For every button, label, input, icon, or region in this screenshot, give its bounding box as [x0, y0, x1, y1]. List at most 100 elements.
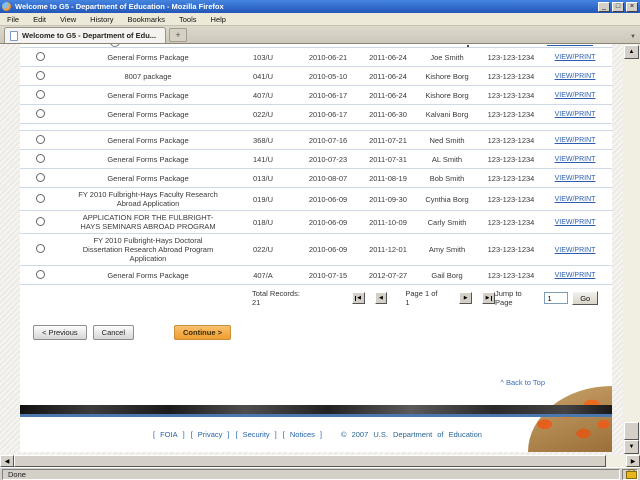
expire-date-cell: 2012-07-27 — [366, 271, 410, 280]
copyright-text: © 2007 U.S. Department of Education — [341, 430, 482, 439]
row-radio-button[interactable] — [36, 109, 45, 118]
menu-help[interactable]: Help — [204, 15, 233, 24]
view-print-link[interactable]: VIEW/PRINT — [555, 92, 596, 99]
package-name-cell: General Forms Package — [60, 269, 236, 282]
title-bar: Welcome to G5 - Department of Education … — [0, 0, 640, 13]
row-radio-button[interactable] — [36, 244, 45, 253]
vertical-scroll-thumb[interactable] — [624, 422, 639, 440]
previous-button[interactable]: < Previous — [33, 325, 87, 340]
row-radio-button[interactable] — [36, 135, 45, 144]
contact-name-cell: Kalvani Borg — [410, 110, 484, 119]
view-print-link[interactable]: VIEW/PRINT — [555, 175, 596, 182]
tab-bar: Welcome to G5 - Department of Edu... + ▼ — [0, 26, 640, 44]
submit-date-cell: 2010-08-07 — [290, 174, 366, 183]
footer-link-security[interactable]: Security — [243, 430, 270, 439]
tab-list-dropdown-icon[interactable]: ▼ — [630, 34, 636, 40]
view-print-link[interactable]: VIEW/PRINT — [555, 54, 596, 61]
table-row: FY 2010 Fulbright-Hays Faculty Research … — [20, 188, 612, 211]
package-number-cell: 407/U — [236, 91, 290, 100]
new-tab-button[interactable]: + — [169, 28, 187, 42]
scroll-left-icon[interactable]: ◀ — [0, 455, 14, 467]
view-print-link[interactable]: VIEW/PRINT — [555, 247, 596, 254]
table-row: APPLICATION FOR THE FULBRIGHT-HAYS SEMIN… — [20, 211, 612, 234]
menu-edit[interactable]: Edit — [26, 15, 53, 24]
scroll-right-icon[interactable]: ▶ — [626, 455, 640, 467]
scroll-down-icon[interactable]: ▼ — [624, 440, 639, 454]
row-radio-button[interactable] — [36, 173, 45, 182]
table-row: General Forms Package 407/U 2010-06-17 2… — [20, 86, 612, 105]
table-row: General Forms Package 013/U 2010-08-07 2… — [20, 169, 612, 188]
package-name-cell: General Forms Package — [60, 172, 236, 185]
phone-cell: 123-123-1234 — [484, 218, 538, 227]
expire-date-cell: 2011-08-19 — [366, 174, 410, 183]
previous-page-button[interactable]: ◀ — [375, 292, 388, 304]
lock-icon — [626, 469, 635, 479]
horizontal-scroll-thumb[interactable] — [14, 455, 606, 467]
submit-date-cell: 2010-06-21 — [290, 53, 366, 62]
view-print-link[interactable]: VIEW/PRINT — [555, 73, 596, 80]
footer-link-privacy[interactable]: Privacy — [198, 430, 223, 439]
package-name-cell: General Forms Package — [60, 51, 236, 64]
close-button[interactable]: × — [626, 2, 638, 12]
package-name-cell: FY 2010 Fulbright-Hays Doctoral Disserta… — [60, 234, 236, 265]
cancel-button[interactable]: Cancel — [93, 325, 134, 340]
horizontal-scrollbar[interactable]: ◀ ▶ — [0, 455, 640, 467]
table-row: General Forms Package 103/U 2010-06-21 2… — [20, 48, 612, 67]
row-radio-button[interactable] — [36, 270, 45, 279]
view-print-link[interactable]: VIEW/PRINT — [555, 272, 596, 279]
expire-date-cell: 2011-06-30 — [366, 110, 410, 119]
row-radio-button[interactable] — [36, 90, 45, 99]
footer-link-foia[interactable]: FOIA — [160, 430, 178, 439]
expire-date-cell: 2011-06-24 — [366, 72, 410, 81]
scroll-up-icon[interactable]: ▲ — [624, 45, 639, 59]
row-radio-button[interactable] — [36, 52, 45, 61]
submit-date-cell: 2010-07-16 — [290, 136, 366, 145]
view-print-link[interactable]: VIEW/PRINT — [555, 156, 596, 163]
browser-tab[interactable]: Welcome to G5 - Department of Edu... — [4, 27, 166, 43]
phone-cell: 123-123-1234 — [484, 245, 538, 254]
view-print-link[interactable]: VIEW/PRINT — [555, 137, 596, 144]
package-number-cell: 141/U — [236, 155, 290, 164]
continue-button[interactable]: Continue > — [174, 325, 231, 340]
package-number-cell: 368/U — [236, 136, 290, 145]
vertical-scrollbar[interactable]: ▲ ▼ — [623, 44, 640, 455]
footer-link-notices[interactable]: Notices — [290, 430, 315, 439]
page-indicator: Page 1 of 1 — [405, 289, 443, 307]
first-page-button[interactable]: ◀ — [352, 292, 365, 304]
package-number-cell: 041/U — [236, 72, 290, 81]
menu-view[interactable]: View — [53, 15, 83, 24]
table-row: General Forms Package 022/U 2010-06-17 2… — [20, 105, 612, 124]
package-number-cell: 022/U — [236, 110, 290, 119]
submit-date-cell: 2010-06-09 — [290, 195, 366, 204]
minimize-button[interactable]: _ — [598, 2, 610, 12]
menu-history[interactable]: History — [83, 15, 120, 24]
right-arrow-icon: ▶ — [486, 295, 490, 301]
jump-to-page-input[interactable] — [544, 292, 568, 304]
package-number-cell: 013/U — [236, 174, 290, 183]
total-records-label: Total Records: 21 — [252, 289, 310, 307]
footer-links-row: [FOIA][Privacy][Security][Notices]© 2007… — [20, 430, 612, 439]
row-radio-button[interactable] — [36, 154, 45, 163]
clipped-row-strip — [20, 44, 612, 48]
row-radio-button[interactable] — [36, 194, 45, 203]
menu-tools[interactable]: Tools — [172, 15, 204, 24]
row-radio-button[interactable] — [36, 217, 45, 226]
bar-icon — [491, 296, 492, 301]
submit-date-cell: 2010-06-09 — [290, 218, 366, 227]
expire-date-cell: 2011-10-09 — [366, 218, 410, 227]
table-row: General Forms Package 407/A 2010-07-15 2… — [20, 266, 612, 285]
menu-file[interactable]: File — [0, 15, 26, 24]
last-page-button[interactable]: ▶ — [482, 292, 495, 304]
maximize-button[interactable]: □ — [612, 2, 624, 12]
view-print-link[interactable]: VIEW/PRINT — [555, 219, 596, 226]
row-radio-button[interactable] — [36, 71, 45, 80]
contact-name-cell: Gail Borg — [410, 271, 484, 280]
menu-bookmarks[interactable]: Bookmarks — [121, 15, 173, 24]
partial-radio-button[interactable] — [110, 44, 120, 47]
go-button[interactable]: Go — [572, 291, 598, 305]
view-print-link[interactable]: VIEW/PRINT — [555, 111, 596, 118]
view-print-link[interactable]: VIEW/PRINT — [555, 196, 596, 203]
next-page-button[interactable]: ▶ — [459, 292, 472, 304]
submit-date-cell: 2010-06-09 — [290, 245, 366, 254]
phone-cell: 123-123-1234 — [484, 72, 538, 81]
